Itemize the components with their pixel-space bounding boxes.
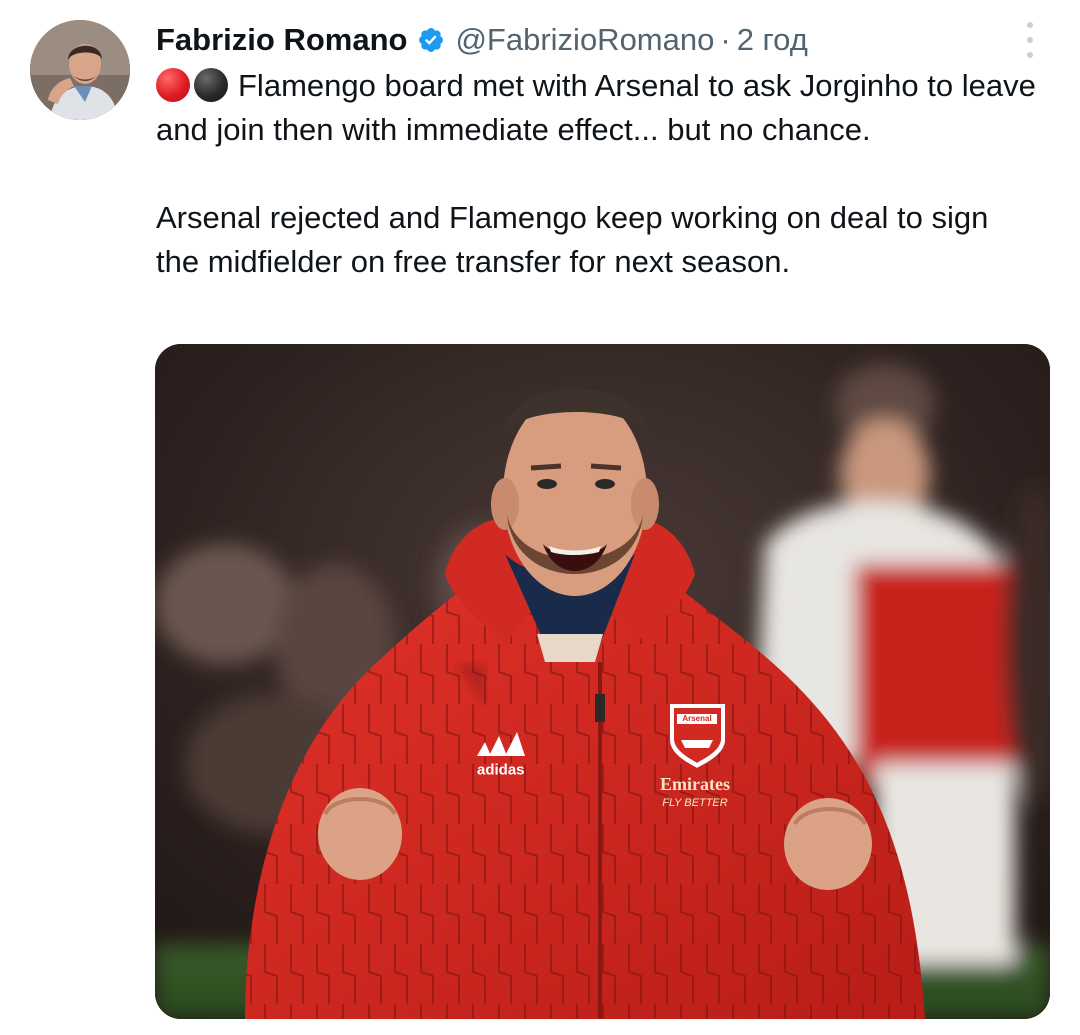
verified-badge-icon[interactable] [417,26,445,54]
avatar[interactable] [30,20,130,120]
separator-dot: · [720,22,731,57]
tweet-card[interactable]: Fabrizio Romano @FabrizioRomano · 2 год … [0,0,1080,1035]
player-photo-image: adidas Arsenal Emirates FLY BETTER [155,344,1050,1019]
black-circle-emoji-icon [194,68,228,102]
more-dot [1027,22,1033,28]
more-dot [1027,37,1033,43]
profile-photo-icon [30,20,130,120]
svg-text:FLY BETTER: FLY BETTER [662,797,727,809]
author-handle[interactable]: @FabrizioRomano [455,22,714,58]
red-circle-emoji-icon [156,68,190,102]
tweet-paragraph-1: Flamengo board met with Arsenal to ask J… [156,64,1036,152]
tweet-timestamp[interactable]: 2 год [737,22,808,58]
more-options-icon[interactable] [1016,22,1044,58]
more-dot [1027,52,1033,58]
svg-text:Emirates: Emirates [660,774,730,794]
tweet-photo[interactable]: adidas Arsenal Emirates FLY BETTER [155,344,1050,1019]
svg-text:adidas: adidas [477,761,525,778]
tweet-paragraph-2: Arsenal rejected and Flamengo keep worki… [156,200,989,279]
tweet-header: Fabrizio Romano @FabrizioRomano · 2 год [156,16,808,64]
author-name[interactable]: Fabrizio Romano [156,22,407,58]
svg-text:Arsenal: Arsenal [682,714,711,723]
tweet-text: Flamengo board met with Arsenal to ask J… [156,64,1036,284]
tweet-paragraph-1-text: Flamengo board met with Arsenal to ask J… [156,68,1036,147]
